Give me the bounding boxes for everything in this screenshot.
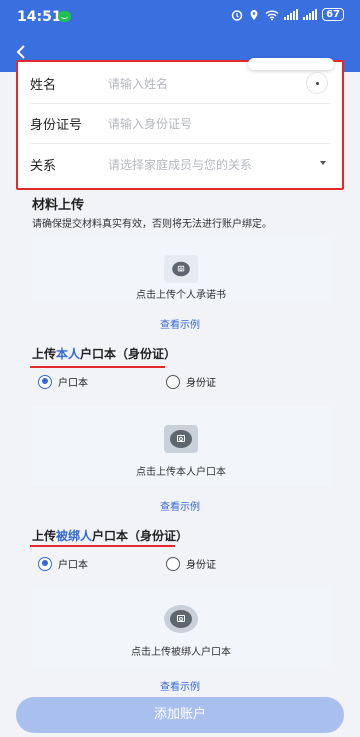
- status-bar: 14:51 67: [0, 0, 360, 34]
- status-time: 14:51: [17, 9, 62, 25]
- wechat-notification-icon: [58, 11, 71, 22]
- chevron-down-icon[interactable]: [320, 161, 326, 165]
- wifi-icon: [265, 10, 279, 20]
- heading-prefix: 上传: [32, 347, 57, 361]
- self-camera-thumb: [164, 425, 198, 453]
- signal-icon: [284, 9, 299, 20]
- bound-radio-hukou[interactable]: 户口本: [38, 556, 88, 571]
- heading-prefix: 上传: [32, 529, 57, 543]
- materials-description: 请确保提交材料真实有效，否则将无法进行账户绑定。: [32, 219, 272, 230]
- self-upload-heading: 上传本人户口本（身份证）: [32, 345, 176, 362]
- member-info-card: 姓名 请输入姓名 身份证号 请输入身份证号 关系 请选择家庭成员与您的关系: [16, 58, 344, 190]
- heading-highlight: 被绑人: [56, 529, 93, 543]
- self-example-link[interactable]: 查看示例: [0, 498, 360, 513]
- annotation-underline: [30, 366, 165, 368]
- bound-upload-heading: 上传被绑人户口本（身份证）: [32, 527, 188, 544]
- add-account-button[interactable]: 添加账户: [16, 697, 344, 733]
- heading-suffix: 户口本（身份证）: [92, 529, 189, 543]
- radio-label: 户口本: [58, 560, 88, 571]
- relation-row[interactable]: 关系 请选择家庭成员与您的关系: [30, 144, 330, 184]
- radio-label: 身份证: [186, 378, 216, 389]
- status-icons: 67: [231, 8, 344, 21]
- commitment-upload-label: 点击上传个人承诺书: [136, 290, 226, 301]
- commitment-thumb: [164, 255, 198, 283]
- materials-title: 材料上传: [32, 198, 85, 213]
- bound-radio-id[interactable]: 身份证: [166, 556, 216, 571]
- location-icon: [250, 9, 258, 20]
- bound-upload-box[interactable]: 点击上传被绑人户口本: [32, 587, 330, 667]
- radio-unchecked-icon: [166, 556, 180, 571]
- signal-icon-2: [303, 9, 318, 20]
- alarm-icon: [231, 9, 243, 21]
- id-number-row[interactable]: 身份证号 请输入身份证号: [30, 104, 330, 144]
- battery-icon: 67: [322, 8, 344, 21]
- radio-label: 身份证: [186, 560, 216, 571]
- heading-highlight: 本人: [56, 347, 81, 361]
- name-input[interactable]: 请输入姓名: [108, 75, 330, 92]
- bound-upload-label: 点击上传被绑人户口本: [131, 647, 231, 658]
- annotation-underline: [30, 545, 175, 547]
- camera-icon: [170, 610, 192, 628]
- scan-button[interactable]: [306, 72, 328, 94]
- radio-label: 户口本: [58, 378, 88, 389]
- self-upload-label: 点击上传本人户口本: [136, 467, 226, 478]
- heading-suffix: 户口本（身份证）: [80, 347, 177, 361]
- id-number-label: 身份证号: [30, 118, 83, 133]
- camera-icon: [170, 430, 192, 448]
- id-number-input[interactable]: 请输入身份证号: [108, 115, 330, 132]
- radio-unchecked-icon: [166, 374, 180, 389]
- name-row[interactable]: 姓名 请输入姓名: [30, 64, 330, 104]
- bound-camera-thumb: [164, 605, 198, 633]
- commitment-upload-box[interactable]: 点击上传个人承诺书: [32, 237, 330, 303]
- self-upload-box[interactable]: 点击上传本人户口本: [32, 406, 330, 486]
- radio-checked-icon: [38, 556, 52, 571]
- bound-example-link[interactable]: 查看示例: [0, 678, 360, 693]
- camera-icon: [172, 261, 190, 277]
- relation-select[interactable]: 请选择家庭成员与您的关系: [108, 156, 330, 173]
- commitment-example-link[interactable]: 查看示例: [0, 316, 360, 331]
- self-radio-id[interactable]: 身份证: [166, 374, 216, 389]
- relation-label: 关系: [30, 158, 57, 174]
- radio-checked-icon: [38, 374, 52, 389]
- self-radio-hukou[interactable]: 户口本: [38, 374, 88, 389]
- name-label: 姓名: [30, 78, 57, 93]
